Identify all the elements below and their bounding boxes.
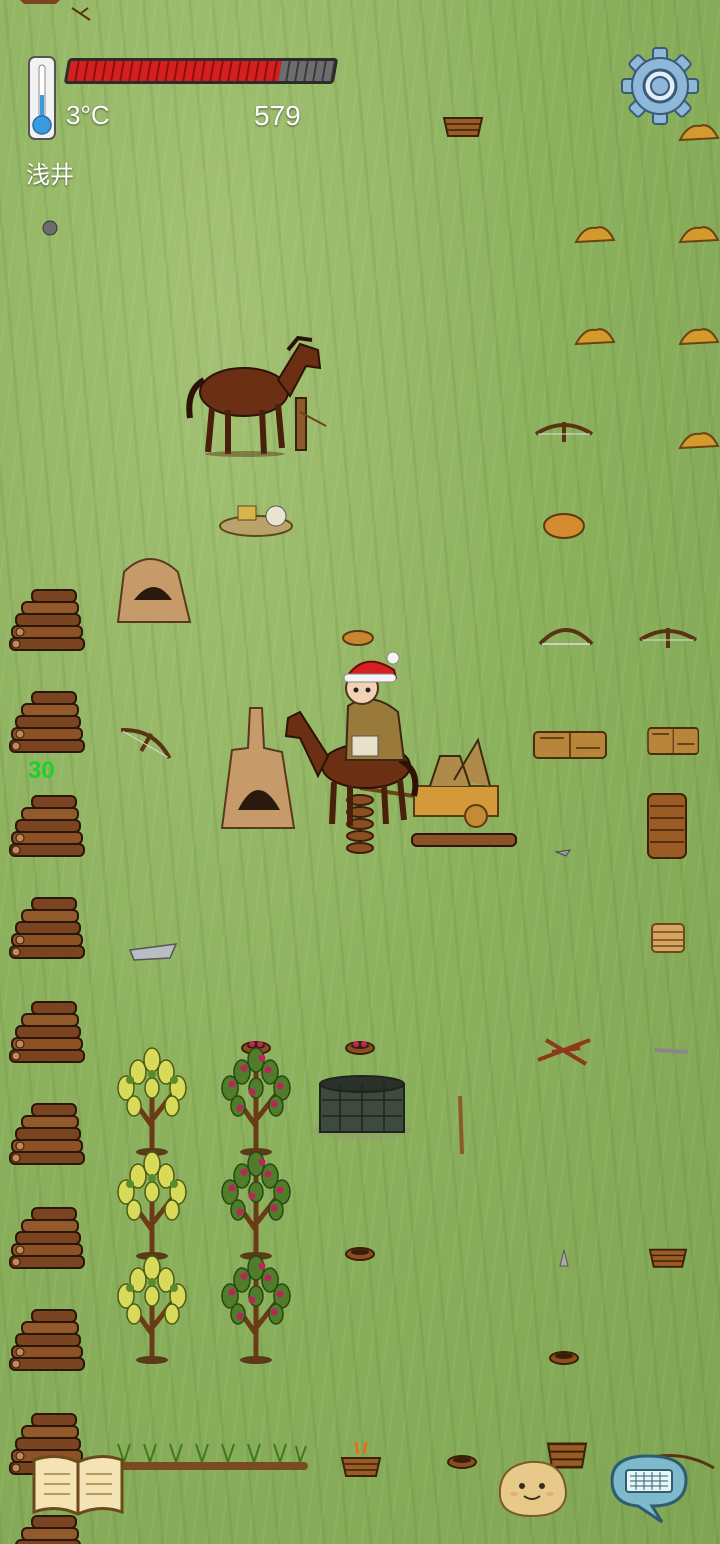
dirt-mound: [679, 432, 719, 449]
firewood-pile: [9, 691, 85, 753]
floating-number: 30: [28, 757, 55, 784]
clay-bowl: [345, 1247, 375, 1261]
dirt-mound: [575, 226, 615, 243]
berry-bush-tree: [222, 1048, 290, 1156]
stone: [42, 220, 58, 236]
journal-button[interactable]: [30, 1452, 126, 1520]
kindling: [537, 1038, 591, 1066]
adobe-oven-tall: [220, 707, 296, 829]
clay-bowl: [549, 1351, 579, 1365]
keyboard-speech-bubble-icon: [610, 1454, 688, 1524]
berry-bush-tree: [222, 1256, 290, 1364]
adobe-kiln-small: [116, 558, 192, 623]
basket-stack: [647, 793, 687, 859]
log-fragment: [20, 0, 60, 4]
firewood-pile: [9, 1515, 85, 1544]
chat-button[interactable]: [606, 1450, 692, 1526]
game-world[interactable]: 3°C 579 浅井 30: [0, 0, 720, 1544]
horse-tied-to-post: [186, 335, 327, 457]
hay-bale: [647, 727, 700, 755]
stone-tool: [559, 1249, 569, 1267]
twig: [71, 7, 91, 21]
stone-chip: [554, 849, 572, 857]
bow-saw: [538, 628, 594, 646]
firewood-pile: [9, 1103, 85, 1165]
firewood-pile: [9, 589, 85, 651]
flint-blade: [128, 943, 178, 961]
basket-top: [443, 117, 483, 137]
stone-well: [312, 1075, 412, 1140]
crossbow-item: [534, 420, 594, 444]
plate-stack: [651, 923, 685, 953]
firewood-pile: [9, 897, 85, 959]
hunger-bar-fill: [67, 61, 282, 81]
banana-tree: [118, 1256, 186, 1364]
location-label: 浅井: [26, 162, 74, 189]
firewood-pile: [9, 795, 85, 857]
banana-tree: [118, 1152, 186, 1260]
carrot-basket: [341, 1441, 381, 1477]
open-book-icon: [32, 1455, 124, 1516]
knife: [653, 1048, 689, 1054]
settings-button[interactable]: [620, 46, 700, 126]
stick: [458, 1095, 464, 1155]
straw-bundle: [219, 505, 293, 537]
clay-bowl: [447, 1455, 477, 1469]
hunger-bar-empty: [278, 61, 335, 81]
smiling-potato-face-icon: [498, 1460, 568, 1518]
gear-icon: [621, 47, 699, 125]
hay-bale: [533, 731, 607, 759]
crossbow-ground: [115, 717, 178, 768]
thermometer-icon: [26, 55, 58, 141]
cooked-food: [543, 513, 585, 539]
dirt-mound: [679, 328, 719, 345]
basket-right: [648, 1248, 687, 1268]
banana-tree: [118, 1048, 186, 1156]
firewood-pile: [9, 1001, 85, 1063]
hunger-bar: [63, 58, 339, 84]
age-counter: 579: [254, 100, 301, 131]
firewood-pile: [9, 1309, 85, 1371]
firewood-pile: [9, 1207, 85, 1269]
dough-lump: [342, 630, 374, 646]
dirt-mound: [575, 328, 615, 345]
carrot-row: [117, 1443, 308, 1470]
world-objects-layer: [9, 0, 719, 1544]
berry-bowl: [345, 1041, 375, 1055]
player-on-horse-with-cart: [284, 651, 517, 854]
berry-bush-tree: [222, 1152, 290, 1260]
temperature-readout: 3°C: [66, 100, 110, 130]
emote-button[interactable]: [494, 1456, 570, 1520]
crossbow-item: [638, 626, 698, 650]
dirt-mound: [679, 226, 719, 243]
dirt-mound: [679, 124, 719, 141]
